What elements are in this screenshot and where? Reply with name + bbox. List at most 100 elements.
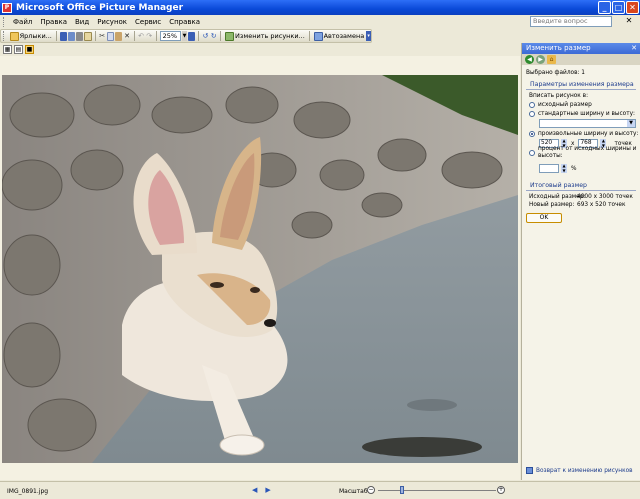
shortcuts-icon (9, 31, 19, 41)
original-size-value: 4000 x 3000 точек (577, 194, 633, 200)
task-pane-header: Изменить размер ✕ (522, 43, 640, 54)
radio-standard-size[interactable] (529, 110, 535, 117)
save-icon[interactable] (59, 31, 67, 41)
shortcuts-button[interactable]: Ярлыки... (9, 30, 53, 42)
radio-original-size[interactable] (529, 101, 535, 108)
picture-navigation: ◀ ▶ (252, 486, 271, 494)
close-button[interactable]: ✕ (626, 1, 639, 14)
percent-spinner[interactable]: ▲ ▼ (561, 163, 567, 173)
new-size-label: Новый размер: (529, 202, 575, 208)
menu-file[interactable]: Файл (9, 18, 36, 26)
toolbar-separator (94, 31, 96, 41)
task-pane-title: Изменить размер (526, 44, 591, 52)
toolbar-options-icon[interactable]: ▾ (366, 31, 371, 41)
export-icon[interactable] (67, 31, 76, 41)
home-icon[interactable]: ⌂ (547, 55, 556, 64)
next-picture-icon[interactable]: ▶ (265, 486, 270, 494)
app-icon: P (2, 2, 12, 13)
zoom-combobox[interactable]: 25% (159, 31, 182, 41)
edit-pictures-icon (225, 31, 235, 41)
menu-picture[interactable]: Рисунок (93, 18, 131, 26)
picture-viewer (0, 56, 520, 480)
option-original-size-label: исходный размер (538, 101, 592, 108)
option-percent[interactable]: процент от исходных ширины и высоты: (522, 146, 640, 159)
status-bar: IMG_0891.jpg ◀ ▶ Масштаб − + (0, 481, 640, 499)
option-custom-size-label: произвольные ширину и высоту: (538, 130, 639, 137)
back-to-edit-link[interactable]: Возврат к изменению рисунков (522, 467, 640, 474)
zoom-options-icon[interactable] (187, 31, 196, 41)
menu-grip[interactable] (3, 17, 6, 27)
copy-icon[interactable] (106, 31, 115, 41)
new-size-row: Новый размер: 693 x 520 точек (522, 201, 640, 209)
percent-unit: % (571, 165, 577, 172)
photo[interactable] (2, 75, 518, 463)
edit-pictures-link-icon (526, 467, 533, 474)
previous-picture-icon[interactable]: ◀ (252, 486, 257, 494)
maximize-button[interactable]: □ (612, 1, 625, 14)
option-original-size[interactable]: исходный размер (522, 100, 640, 109)
title-bar: P Microsoft Office Picture Manager _ □ ✕ (0, 0, 640, 15)
ask-question-input[interactable]: Введите вопрос (530, 16, 612, 27)
option-standard-size-label: стандартные ширину и высоту: (538, 110, 635, 117)
percent-input[interactable] (539, 164, 559, 173)
forward-icon[interactable]: ▶ (536, 55, 545, 64)
menu-view[interactable]: Вид (71, 18, 93, 26)
window-title: Microsoft Office Picture Manager (16, 2, 184, 13)
toolbar-separator (133, 31, 135, 41)
print-icon[interactable] (76, 31, 84, 41)
ok-button[interactable]: OK (526, 213, 562, 223)
thumbnail-view-icon[interactable]: ▦ (3, 44, 12, 54)
original-size-row: Исходный размер: 4000 x 3000 точек (522, 193, 640, 201)
standard-toolbar: Ярлыки... ✂ ✕ ↶ ↷ 25% ▼ ↺ ↻ Изменить рис… (0, 29, 372, 43)
toolbar-grip[interactable] (3, 31, 6, 41)
fennec-fox-photo (2, 75, 518, 463)
minimize-button[interactable]: _ (598, 1, 611, 14)
toolbar-separator (308, 31, 310, 41)
menu-tools[interactable]: Сервис (131, 18, 165, 26)
redo-icon[interactable]: ↷ (146, 32, 153, 41)
option-percent-label: процент от исходных ширины и высоты: (538, 146, 637, 159)
percent-input-row: ▲ ▼ % (522, 163, 640, 174)
standard-size-select[interactable]: ▼ (539, 119, 636, 128)
option-custom-size[interactable]: произвольные ширину и высоту: (522, 129, 640, 138)
menu-edit[interactable]: Правка (36, 18, 71, 26)
chevron-down-icon[interactable]: ▼ (627, 120, 635, 127)
rotate-left-icon[interactable]: ↺ (202, 32, 209, 41)
option-standard-size[interactable]: стандартные ширину и высоту: (522, 109, 640, 118)
task-pane-close-icon[interactable]: ✕ (631, 43, 637, 54)
menu-bar: Файл Правка Вид Рисунок Сервис Справка В… (0, 15, 640, 29)
zoom-out-icon[interactable]: − (367, 486, 375, 494)
new-size-value: 693 x 520 точек (577, 202, 626, 208)
paste-icon[interactable] (115, 31, 123, 41)
zoom-label: Масштаб (339, 488, 368, 495)
autocorrect-button[interactable]: Автозамена (313, 30, 366, 42)
autocorrect-icon (313, 31, 323, 41)
toolbar-separator (155, 31, 157, 41)
undo-icon[interactable]: ↶ (137, 32, 144, 41)
view-mode-bar: ▦ ▤ ■ (0, 43, 520, 55)
original-size-label: Исходный размер: (529, 194, 586, 200)
menu-help[interactable]: Справка (165, 18, 204, 26)
radio-percent[interactable] (529, 150, 535, 156)
toolbar-empty-area (372, 29, 640, 43)
rotate-right-icon[interactable]: ↻ (210, 32, 217, 41)
radio-custom-size[interactable] (529, 130, 535, 137)
edit-pictures-button[interactable]: Изменить рисунки... (224, 30, 306, 42)
single-picture-view-icon[interactable]: ■ (25, 44, 34, 54)
cut-icon[interactable]: ✂ (99, 32, 106, 41)
menu-close-icon[interactable]: ✕ (624, 16, 634, 26)
result-size-heading: Итоговый размер (526, 182, 636, 191)
zoom-slider-thumb[interactable] (399, 486, 404, 494)
resize-task-pane: Изменить размер ✕ ◀ ▶ ⌂ Выбрано файлов: … (521, 43, 640, 480)
toolbar-separator (55, 31, 57, 41)
mail-icon[interactable] (84, 31, 92, 41)
shortcuts-label: Ярлыки... (19, 32, 52, 40)
delete-icon[interactable]: ✕ (123, 32, 130, 41)
task-pane-nav: ◀ ▶ ⌂ (522, 54, 640, 65)
zoom-slider-track[interactable] (378, 490, 496, 491)
zoom-dropdown-icon[interactable]: ▼ (182, 31, 187, 41)
back-icon[interactable]: ◀ (525, 55, 534, 64)
window-controls: _ □ ✕ (598, 1, 639, 14)
filmstrip-view-icon[interactable]: ▤ (14, 44, 23, 54)
zoom-in-icon[interactable]: + (497, 486, 505, 494)
